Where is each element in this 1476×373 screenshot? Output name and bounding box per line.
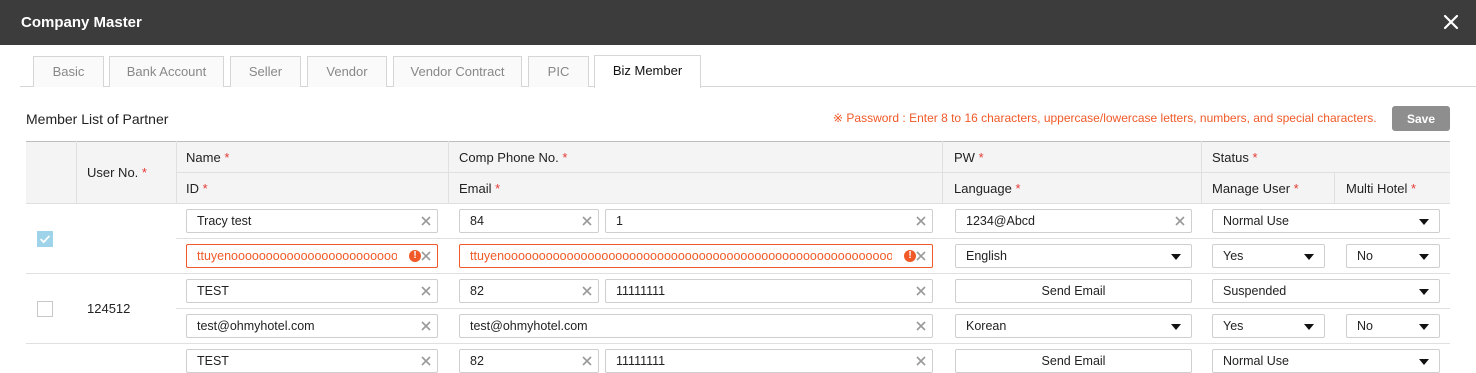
save-button[interactable]: Save <box>1392 106 1450 131</box>
phone-code-input[interactable]: 82 <box>459 349 599 373</box>
header-manage-user: Manage User * <box>1212 181 1299 196</box>
chevron-down-icon <box>1304 254 1314 260</box>
status-select[interactable]: Normal Use <box>1212 209 1440 233</box>
header-pw: PW * <box>954 150 984 165</box>
phone-number-input[interactable]: 11111111 <box>605 349 933 373</box>
header-user-no: User No. * <box>87 165 147 180</box>
clear-icon[interactable] <box>421 216 431 226</box>
status-select[interactable]: Normal Use <box>1212 349 1440 373</box>
tab-basic[interactable]: Basic <box>33 56 104 87</box>
row-select-checkbox[interactable] <box>37 231 53 247</box>
chevron-down-icon <box>1419 254 1429 260</box>
header-id: ID * <box>186 181 208 196</box>
phone-code-input[interactable]: 82 <box>459 279 599 303</box>
tab-bank-account[interactable]: Bank Account <box>109 56 224 87</box>
status-select[interactable]: Suspended <box>1212 279 1440 303</box>
header-multi-hotel: Multi Hotel * <box>1346 181 1417 196</box>
chevron-down-icon <box>1419 359 1429 365</box>
close-icon[interactable] <box>1442 13 1460 31</box>
chevron-down-icon <box>1419 324 1429 330</box>
clear-icon[interactable] <box>916 321 926 331</box>
manage-user-select[interactable]: Yes <box>1212 314 1325 338</box>
email-input[interactable]: ttuyenoooooooooooooooooooooooooooooooooo… <box>459 244 933 268</box>
column-divider <box>1201 141 1202 203</box>
clear-icon[interactable] <box>1175 216 1185 226</box>
clear-icon[interactable] <box>916 251 926 261</box>
warning-icon: ! <box>409 250 421 262</box>
language-select[interactable]: Korean <box>955 314 1192 338</box>
clear-icon[interactable] <box>421 321 431 331</box>
tab-bar: Basic Bank Account Seller Vendor Vendor … <box>0 45 1476 88</box>
header-email: Email * <box>459 181 501 196</box>
clear-icon[interactable] <box>421 286 431 296</box>
password-notice: ※ Password : Enter 8 to 16 characters, u… <box>833 111 1377 125</box>
name-input[interactable]: TEST <box>186 349 438 373</box>
tab-biz-member[interactable]: Biz Member <box>594 55 701 88</box>
section-title: Member List of Partner <box>26 111 169 127</box>
window-title: Company Master <box>21 14 142 31</box>
row-divider <box>26 343 1450 344</box>
checkmark-icon <box>40 235 51 244</box>
table-top-border <box>26 141 1450 142</box>
clear-icon[interactable] <box>916 216 926 226</box>
column-divider <box>76 141 77 203</box>
column-divider <box>1334 172 1335 203</box>
clear-icon[interactable] <box>582 286 592 296</box>
column-divider <box>176 141 177 203</box>
header-status: Status * <box>1212 150 1258 165</box>
header-language: Language * <box>954 181 1021 196</box>
phone-number-input[interactable]: 1 <box>605 209 933 233</box>
clear-icon[interactable] <box>916 286 926 296</box>
name-input[interactable]: TEST <box>186 279 438 303</box>
chevron-down-icon <box>1171 324 1181 330</box>
manage-user-select[interactable]: Yes <box>1212 244 1325 268</box>
chevron-down-icon <box>1171 254 1181 260</box>
row-divider <box>176 308 1450 309</box>
send-email-button[interactable]: Send Email <box>955 279 1192 303</box>
id-input[interactable]: ttuyenoooooooooooooooooooooooooooooooooo… <box>186 244 438 268</box>
phone-code-input[interactable]: 84 <box>459 209 599 233</box>
header-bottom-border <box>26 203 1450 204</box>
column-divider <box>448 141 449 203</box>
tab-vendor[interactable]: Vendor <box>307 56 387 87</box>
row-divider <box>26 273 1450 274</box>
header-divider <box>176 172 1450 173</box>
clear-icon[interactable] <box>582 216 592 226</box>
header-comp-phone: Comp Phone No. * <box>459 150 568 165</box>
language-select[interactable]: English <box>955 244 1192 268</box>
row-divider <box>176 238 1450 239</box>
chevron-down-icon <box>1419 219 1429 225</box>
row-select-checkbox[interactable] <box>37 301 53 317</box>
clear-icon[interactable] <box>421 251 431 261</box>
name-input[interactable]: Tracy test <box>186 209 438 233</box>
chevron-down-icon <box>1419 289 1429 295</box>
multi-hotel-select[interactable]: No <box>1346 244 1440 268</box>
header-name: Name * <box>186 150 230 165</box>
column-divider <box>942 141 943 203</box>
tab-pic[interactable]: PIC <box>528 56 589 87</box>
user-no: 124512 <box>87 301 131 316</box>
send-email-button[interactable]: Send Email <box>955 349 1192 373</box>
tab-vendor-contract[interactable]: Vendor Contract <box>393 56 522 87</box>
phone-number-input[interactable]: 11111111 <box>605 279 933 303</box>
window-titlebar: Company Master <box>0 0 1476 45</box>
password-input[interactable]: 1234@Abcd <box>955 209 1192 233</box>
tab-seller[interactable]: Seller <box>230 56 301 87</box>
chevron-down-icon <box>1304 324 1314 330</box>
warning-icon: ! <box>904 250 916 262</box>
id-input[interactable]: test@ohmyhotel.com <box>186 314 438 338</box>
email-input[interactable]: test@ohmyhotel.com <box>459 314 933 338</box>
multi-hotel-select[interactable]: No <box>1346 314 1440 338</box>
